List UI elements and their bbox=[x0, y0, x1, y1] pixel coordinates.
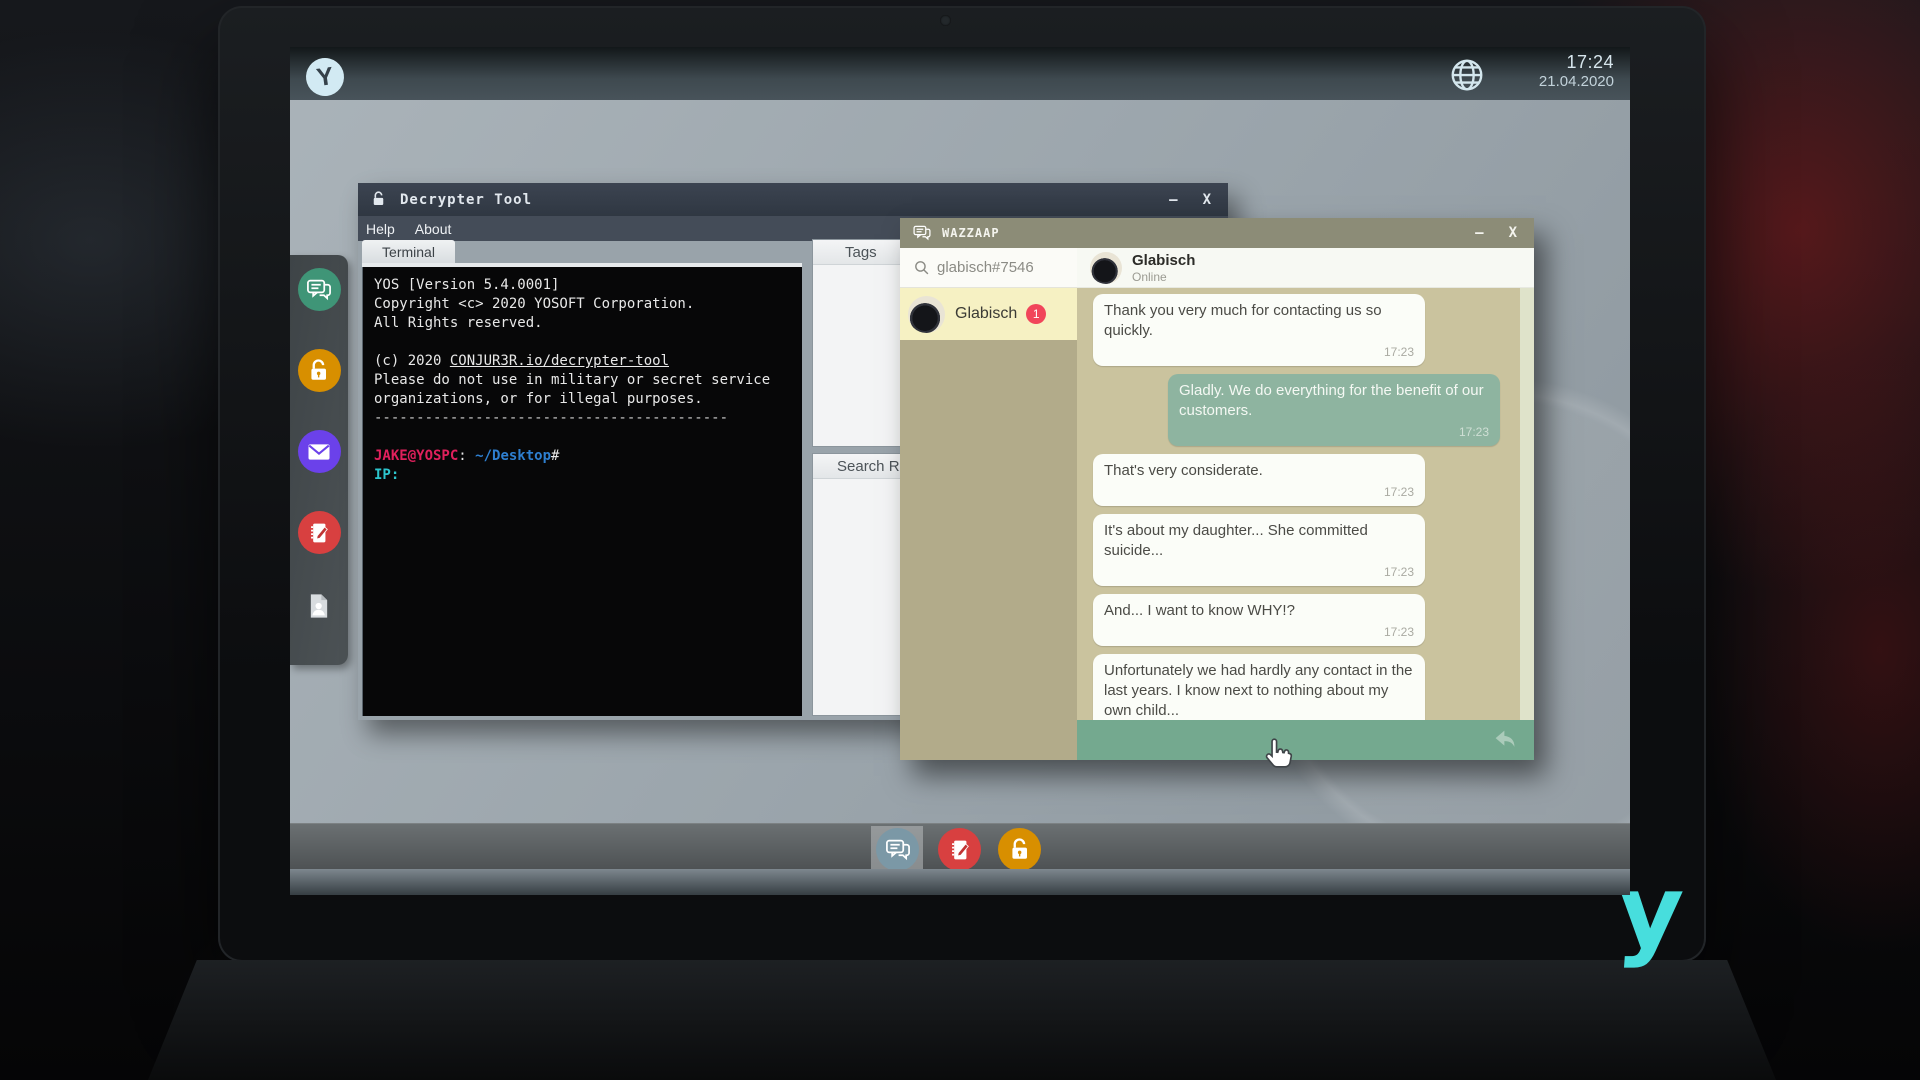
taskbar-chat-icon[interactable] bbox=[876, 828, 919, 871]
terminal-line: Copyright <c> 2020 YOSOFT Corporation. bbox=[374, 295, 791, 314]
minimize-button[interactable]: – bbox=[1475, 225, 1484, 241]
wazzaap-title: WAZZAAP bbox=[942, 226, 1000, 240]
network-globe-icon[interactable] bbox=[1448, 56, 1486, 94]
time: 17:24 bbox=[1539, 52, 1614, 73]
dock-notes-icon[interactable] bbox=[298, 511, 341, 554]
dock-profile-icon[interactable] bbox=[305, 592, 333, 625]
contact-avatar bbox=[908, 296, 945, 333]
contact-search[interactable] bbox=[900, 248, 1077, 288]
clock: 17:24 21.04.2020 bbox=[1539, 52, 1614, 90]
terminal-line: (c) 2020 CONJUR3R.io/decrypter-tool bbox=[374, 352, 791, 371]
system-topbar: Y 17:24 21.04.2020 bbox=[290, 47, 1630, 100]
dock-chat-icon[interactable] bbox=[298, 268, 341, 311]
chat-panel: Glabisch Online Thank you very much for … bbox=[1077, 248, 1534, 760]
unread-badge: 1 bbox=[1026, 304, 1046, 324]
contact-sidebar: Glabisch 1 bbox=[900, 248, 1077, 760]
close-button[interactable]: X bbox=[1509, 225, 1518, 241]
unlock-icon bbox=[369, 190, 388, 209]
chat-header: Glabisch Online bbox=[1077, 248, 1534, 288]
os-logo[interactable]: Y bbox=[304, 56, 347, 99]
taskbar-notes-icon[interactable] bbox=[938, 828, 981, 871]
dock-decrypter-icon[interactable] bbox=[298, 349, 341, 392]
search-icon bbox=[913, 259, 930, 276]
webcam bbox=[940, 15, 951, 26]
terminal-line: Please do not use in military or secret … bbox=[374, 371, 791, 390]
terminal-line: ----------------------------------------… bbox=[374, 409, 791, 428]
chat-message: And... I want to know WHY!?17:23 bbox=[1093, 594, 1425, 646]
terminal-line: YOS [Version 5.4.0001] bbox=[374, 276, 791, 295]
chat-input-bar[interactable] bbox=[1077, 720, 1534, 760]
decrypter-title: Decrypter Tool bbox=[400, 192, 532, 208]
taskbar-decrypter-icon[interactable] bbox=[998, 828, 1041, 871]
chat-header-status: Online bbox=[1132, 270, 1195, 284]
screen-chin bbox=[290, 869, 1630, 895]
mouse-cursor bbox=[1259, 735, 1295, 771]
close-button[interactable]: X bbox=[1203, 192, 1212, 208]
wazzaap-window: WAZZAAP – X Glabisch 1 bbox=[900, 218, 1534, 760]
terminal-line: JAKE@YOSPC: ~/Desktop# bbox=[374, 447, 791, 466]
chat-scrollbar[interactable] bbox=[1520, 288, 1534, 720]
minimize-button[interactable]: – bbox=[1169, 192, 1178, 208]
chat-messages: Thank you very much for contacting us so… bbox=[1077, 288, 1534, 720]
chat-message: That's very considerate.17:23 bbox=[1093, 454, 1425, 506]
reply-icon[interactable] bbox=[1490, 725, 1520, 755]
menu-help[interactable]: Help bbox=[358, 221, 405, 237]
date: 21.04.2020 bbox=[1539, 73, 1614, 90]
terminal-line: All Rights reserved. bbox=[374, 314, 791, 333]
terminal-line: organizations, or for illegal purposes. bbox=[374, 390, 791, 409]
contact-name: Glabisch bbox=[955, 305, 1017, 323]
terminal-line: IP: bbox=[374, 466, 791, 485]
chat-message: It's about my daughter... She committed … bbox=[1093, 514, 1425, 586]
chat-header-name: Glabisch bbox=[1132, 252, 1195, 269]
decrypter-titlebar[interactable]: Decrypter Tool – X bbox=[358, 183, 1228, 216]
menu-about[interactable]: About bbox=[405, 221, 462, 237]
chat-message: Gladly. We do everything for the benefit… bbox=[1168, 374, 1500, 446]
chat-bubbles-icon bbox=[912, 223, 932, 243]
terminal-line bbox=[374, 333, 791, 352]
app-dock bbox=[290, 255, 348, 665]
taskbar bbox=[290, 823, 1630, 869]
search-input[interactable] bbox=[937, 259, 1057, 276]
terminal-output[interactable]: YOS [Version 5.4.0001]Copyright <c> 2020… bbox=[362, 267, 802, 716]
desktop: Y 17:24 21.04.2020 bbox=[290, 47, 1630, 873]
contact-row-glabisch[interactable]: Glabisch 1 bbox=[900, 288, 1077, 340]
chat-message: Thank you very much for contacting us so… bbox=[1093, 294, 1425, 366]
terminal-line bbox=[374, 428, 791, 447]
chat-header-avatar bbox=[1090, 252, 1122, 284]
wazzaap-titlebar[interactable]: WAZZAAP – X bbox=[900, 218, 1534, 248]
laptop-body bbox=[148, 960, 1776, 1080]
dock-mail-icon[interactable] bbox=[298, 430, 341, 473]
chat-message: Unfortunately we had hardly any contact … bbox=[1093, 654, 1425, 720]
tab-terminal[interactable]: Terminal bbox=[362, 240, 455, 263]
